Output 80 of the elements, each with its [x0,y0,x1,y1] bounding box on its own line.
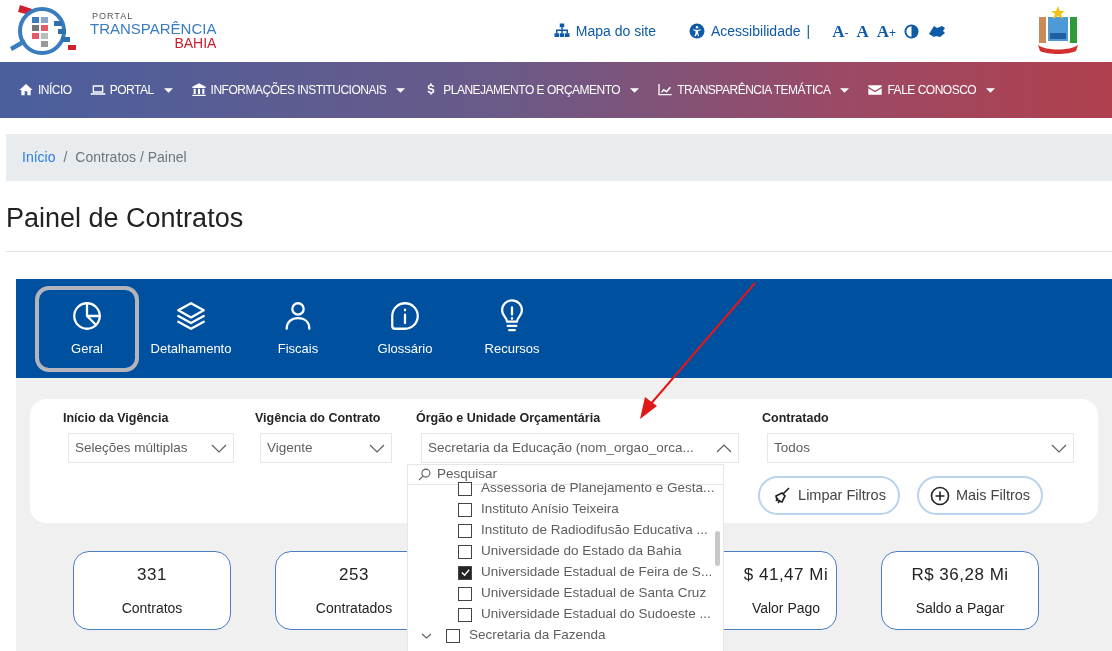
accessibility-icon [688,22,706,40]
checkbox[interactable] [458,481,472,496]
breadcrumb-link[interactable]: Início [22,147,56,168]
breadcrumb-text: Contratos / Painel [75,148,187,167]
nav-item[interactable]: FALE CONOSCO [867,81,996,99]
home-icon [18,82,34,98]
logo-title: TRANSPARÊNCIA [90,21,217,36]
checkbox[interactable] [458,607,472,622]
nav-item[interactable]: INFORMAÇÕES INSTITUCIONAIS [190,81,406,99]
report-tab[interactable]: Glossário [357,285,453,372]
header-link[interactable]: Acessibilidade [688,20,801,42]
checkbox[interactable] [458,502,472,517]
filter-dropdown[interactable]: Vigente [260,433,392,463]
caret-icon [986,87,996,93]
filter-button[interactable]: Limpar Filtros [758,476,900,515]
chevron-down-icon [369,443,385,453]
kpi-value: 253 [339,564,369,587]
filter-label: Vigência do Contrato [255,410,381,427]
chevron-down-icon [1051,443,1067,453]
breadcrumb-text: / [63,148,68,167]
font-size-button[interactable]: A [856,22,869,40]
search-icon [418,468,431,481]
broom-icon [772,485,793,506]
caret-icon [396,87,406,93]
kpi-value: R$ 36,28 Mi [911,564,1009,587]
kpi-label: Saldo a Pagar [915,598,1005,618]
list-option[interactable]: Universidade Estadual do Sudoeste ... [481,604,711,625]
kpi-value: $ 41,47 Mi [743,564,829,587]
caret-icon [630,87,640,93]
report-tab[interactable]: Recursos [457,285,567,372]
logo-subtitle: BAHIA [174,36,217,50]
chevron-down-icon [211,443,227,453]
list-option[interactable]: Instituto Anísio Teixeira [481,499,619,520]
kpi-label: Valor Pago [751,598,821,618]
caret-icon [163,87,173,93]
checkbox[interactable] [446,628,460,643]
filter-dropdown[interactable]: Secretaria da Educação (nom_orgao_orca... [421,433,739,463]
nav-item[interactable]: PLANEJAMENTO E ORÇAMENTO [423,81,640,99]
nav-item[interactable]: PORTAL [89,81,173,99]
filter-dropdown[interactable]: Todos [767,433,1074,463]
filter-button[interactable]: Mais Filtros [917,476,1043,515]
report-tab[interactable]: Detalhamento [143,285,239,372]
filter-label: Início da Vigência [63,410,169,427]
sitemap-icon [552,22,571,40]
caret-icon [840,87,850,93]
list-option[interactable]: Secretaria da Fazenda [469,625,606,646]
list-option[interactable]: Universidade Estadual de Santa Cruz [481,583,707,604]
chevron-up-icon [716,443,732,453]
font-size-button[interactable]: A- [832,22,849,40]
nav-item[interactable]: INÍCIO [18,81,72,99]
separator: | [806,21,811,41]
list-option[interactable]: Universidade do Estado da Bahia [481,541,682,562]
list-option[interactable]: Instituto de Radiodifusão Educativa ... [481,520,708,541]
laptop-icon [89,82,106,98]
contrast-icon[interactable] [904,23,919,39]
report-tab[interactable]: Fiscais [243,285,353,372]
report-tab[interactable]: Geral [35,285,139,372]
kpi-label: Contratados [315,598,393,618]
bank-icon [190,82,207,98]
checkbox[interactable] [458,586,472,601]
filter-dropdown[interactable]: Seleções múltiplas [68,433,234,463]
chevron-down-icon[interactable] [421,632,432,639]
mail-icon [867,82,884,98]
font-size-button[interactable]: A+ [876,22,896,40]
filter-label: Contratado [762,410,829,427]
chart-icon [657,82,674,98]
filter-label: Órgão e Unidade Orçamentária [416,409,601,427]
header-link[interactable]: Mapa do site [552,20,656,42]
kpi-label: Contratos [121,598,183,618]
page-title: Painel de Contratos [6,202,245,235]
list-option[interactable]: Assessoria de Planejamento e Gesta... [481,478,715,499]
plus-icon [929,485,950,506]
list-option[interactable]: Universidade Estadual de Feira de S... [481,562,713,583]
nav-item[interactable]: TRANSPARÊNCIA TEMÁTICA [657,81,850,99]
checkbox[interactable] [458,565,472,580]
kpi-value: 331 [137,564,167,587]
checkbox[interactable] [458,544,472,559]
checkbox[interactable] [458,523,472,538]
scrollbar-thumb[interactable] [715,531,720,566]
logo-caption: PORTAL [92,12,135,21]
